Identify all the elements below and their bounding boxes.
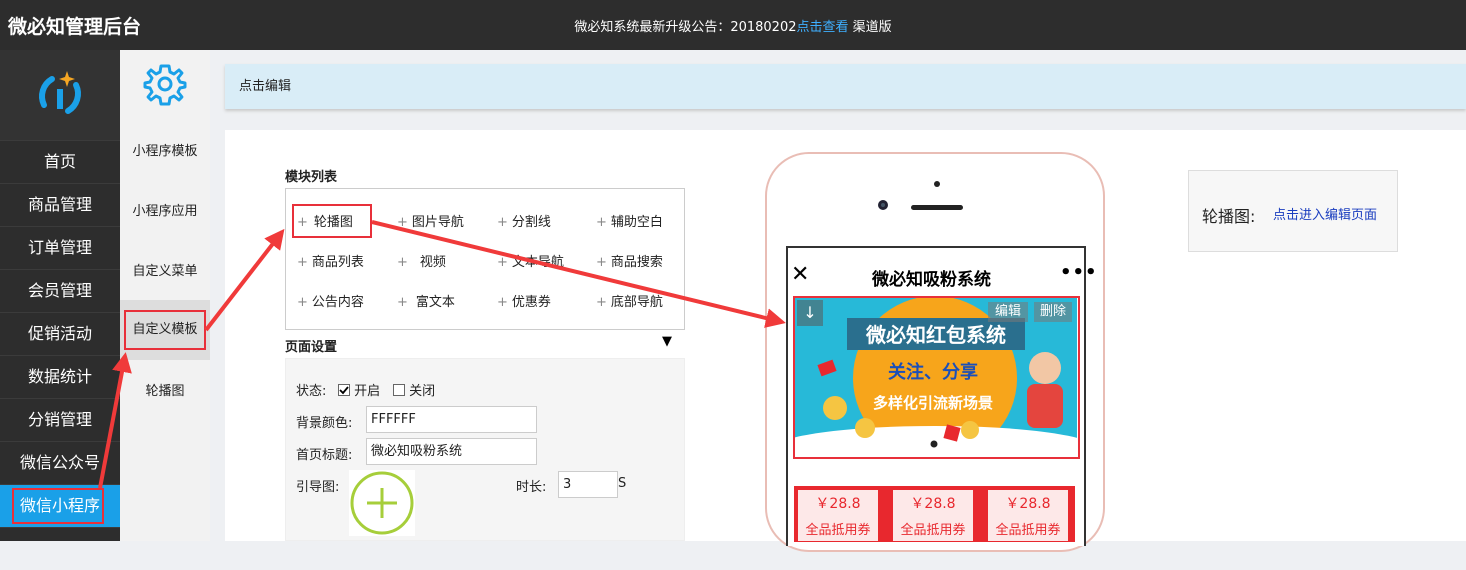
duration-input[interactable]: 3 — [558, 471, 618, 498]
notice-link[interactable]: 点击查看 — [797, 20, 849, 35]
status-label: 状态: — [296, 384, 327, 399]
module-rich-text[interactable]: + 富文本 — [397, 291, 455, 310]
sidebar-item-statistics[interactable]: 数据统计 — [0, 355, 120, 398]
checkbox-checked-icon[interactable] — [338, 384, 350, 396]
sidebar-item-home[interactable]: 首页 — [0, 140, 120, 183]
coupon-price: ￥28.8 — [815, 496, 861, 512]
duration-unit: S — [618, 476, 627, 491]
plus-icon: + — [397, 255, 408, 270]
plus-icon: + — [297, 255, 308, 270]
bg-color-label: 背景颜色: — [296, 416, 353, 431]
subnav-item-miniprogram-apps[interactable]: 小程序应用 — [120, 182, 210, 242]
guide-image-upload[interactable] — [349, 470, 415, 536]
plus-icon: + — [497, 215, 508, 230]
module-label: 文本导航 — [511, 255, 564, 270]
status-off-label: 关闭 — [409, 384, 436, 399]
highlight-box-sidebar — [12, 488, 104, 524]
sidebar-item-promotions[interactable]: 促销活动 — [0, 312, 120, 355]
coupon-card[interactable]: ￥28.8 全品抵用券 — [893, 490, 973, 541]
sensor-dot-icon — [934, 181, 940, 187]
enter-edit-page-link[interactable]: 点击进入编辑页面 — [1273, 204, 1377, 223]
duration-label: 时长: — [516, 480, 547, 495]
module-video[interactable]: + 视频 — [397, 251, 446, 270]
module-label: 视频 — [419, 255, 446, 270]
sidebar-item-members[interactable]: 会员管理 — [0, 269, 120, 312]
subnav-item-custom-menu[interactable]: 自定义菜单 — [120, 242, 210, 302]
sidebar-item-orders[interactable]: 订单管理 — [0, 226, 120, 269]
highlight-box-preview — [793, 296, 1080, 459]
module-divider[interactable]: + 分割线 — [497, 211, 551, 230]
plus-icon: + — [297, 295, 308, 310]
logo — [0, 50, 120, 140]
checkbox-icon[interactable] — [393, 384, 405, 396]
primary-sidebar: 首页 商品管理 订单管理 会员管理 促销活动 数据统计 分销管理 微信公众号 微… — [0, 50, 120, 541]
module-label: 公告内容 — [311, 295, 364, 310]
brand-logo-icon — [39, 71, 81, 114]
coupon-name: 全品抵用券 — [995, 523, 1061, 538]
bg-color-input[interactable]: FFFFFF — [366, 406, 537, 433]
speaker-slot — [911, 205, 963, 210]
plus-icon: + — [397, 215, 408, 230]
plus-icon: + — [497, 295, 508, 310]
coupon-name: 全品抵用券 — [805, 523, 871, 538]
collapse-triangle-icon[interactable]: ▼ — [662, 334, 672, 349]
module-label: 分割线 — [511, 215, 551, 230]
plus-icon: + — [596, 215, 607, 230]
module-label: 商品搜索 — [610, 255, 663, 270]
module-label: 商品列表 — [311, 255, 364, 270]
module-label: 富文本 — [415, 295, 455, 310]
highlight-box-subnav — [124, 310, 206, 350]
plus-icon: + — [497, 255, 508, 270]
module-spacer[interactable]: + 辅助空白 — [596, 211, 663, 230]
subnav-item-carousel[interactable]: 轮播图 — [120, 362, 210, 422]
carousel-label: 轮播图: — [1202, 207, 1256, 226]
secondary-sidebar: 小程序模板 小程序应用 自定义菜单 自定义模板 轮播图 — [120, 50, 210, 541]
home-title-label: 首页标题: — [296, 448, 353, 463]
close-icon[interactable]: ✕ — [791, 262, 809, 287]
sidebar-item-wechat-official[interactable]: 微信公众号 — [0, 441, 120, 484]
coupon-name: 全品抵用券 — [900, 523, 966, 538]
coupon-price: ￥28.8 — [1005, 496, 1051, 512]
module-label: 优惠券 — [511, 295, 551, 310]
home-title-input[interactable]: 微必知吸粉系统 — [366, 438, 537, 465]
notice-text: 微必知系统最新升级公告：20180202 — [574, 20, 797, 35]
coupon-card[interactable]: ￥28.8 全品抵用券 — [798, 490, 878, 541]
highlight-box-module — [292, 204, 372, 238]
plus-icon: + — [397, 295, 408, 310]
module-product-search[interactable]: + 商品搜索 — [596, 251, 663, 270]
coupon-price: ￥28.8 — [910, 496, 956, 512]
notice-suffix: 渠道版 — [848, 20, 892, 35]
status-on-label: 开启 — [354, 384, 381, 399]
plus-icon: + — [596, 295, 607, 310]
camera-icon — [878, 200, 888, 210]
more-icon[interactable]: ••• — [1060, 262, 1098, 283]
plus-icon: + — [596, 255, 607, 270]
hint-bar: 点击编辑 — [225, 64, 1466, 109]
module-image-nav[interactable]: + 图片导航 — [397, 211, 464, 230]
upgrade-notice: 微必知系统最新升级公告：20180202点击查看 渠道版 — [0, 16, 1466, 35]
add-circle-icon[interactable] — [349, 470, 415, 536]
sidebar-item-products[interactable]: 商品管理 — [0, 183, 120, 226]
guide-image-label: 引导图: — [296, 480, 340, 495]
preview-nav-title: 微必知吸粉系统 — [872, 270, 991, 290]
module-list-title: 模块列表 — [285, 170, 338, 185]
module-label: 辅助空白 — [610, 215, 663, 230]
subnav-item-miniprogram-template[interactable]: 小程序模板 — [120, 122, 210, 182]
sidebar-item-distribution[interactable]: 分销管理 — [0, 398, 120, 441]
coupon-card[interactable]: ￥28.8 全品抵用券 — [988, 490, 1068, 541]
module-announcement[interactable]: + 公告内容 — [297, 291, 364, 310]
top-bar: 微必知管理后台 微必知系统最新升级公告：20180202点击查看 渠道版 — [0, 0, 1466, 50]
status-off-option[interactable]: 关闭 — [393, 380, 435, 399]
sidebar-item-more[interactable] — [0, 527, 120, 570]
module-product-list[interactable]: + 商品列表 — [297, 251, 364, 270]
module-coupon[interactable]: + 优惠券 — [497, 291, 551, 310]
carousel-edit-card: 轮播图: 点击进入编辑页面 — [1188, 170, 1398, 252]
gear-icon — [143, 64, 187, 106]
module-bottom-nav[interactable]: + 底部导航 — [596, 291, 663, 310]
page-settings-title: 页面设置 — [285, 340, 338, 355]
module-label: 图片导航 — [411, 215, 464, 230]
module-text-nav[interactable]: + 文本导航 — [497, 251, 564, 270]
module-label: 底部导航 — [610, 295, 663, 310]
status-on-option[interactable]: 开启 — [338, 380, 380, 399]
